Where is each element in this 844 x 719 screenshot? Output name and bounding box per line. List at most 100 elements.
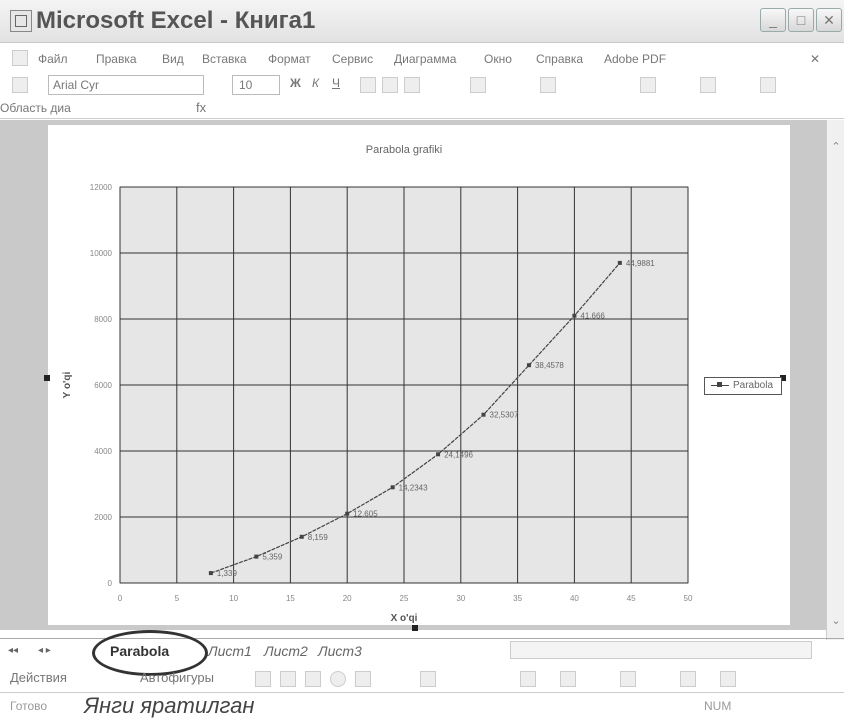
line-color-icon[interactable] [520,671,536,687]
chart-area[interactable]: Parabola grafiki 0 5 10 15 20 25 30 35 40 45 50 0 200… [48,125,790,625]
y-tick-label: 2000 [94,513,112,522]
tab-list2[interactable]: Лист2 [264,641,308,661]
data-point [572,313,577,318]
textbox-tool-icon[interactable] [355,671,371,687]
menu-edit[interactable]: Правка [96,52,137,66]
minimize-button[interactable]: _ [760,8,786,32]
x-tick-label: 15 [286,594,295,603]
x-tick-label: 40 [570,594,579,603]
y-axis-label: Y o'qi [62,371,73,398]
excel-icon [10,10,32,32]
tab-nav-first-icon[interactable]: ◂◂ [8,641,18,661]
oval-tool-icon[interactable] [330,671,346,687]
doc-close-icon[interactable]: ✕ [810,52,820,66]
underline-button[interactable]: Ч [332,76,340,90]
shadow-icon[interactable] [680,671,696,687]
doc-icon [12,50,28,66]
menu-adobe-pdf[interactable]: Adobe PDF [604,52,666,66]
x-tick-label: 5 [175,594,180,603]
chart-handle-left[interactable] [44,375,50,381]
name-box[interactable]: Область диа [0,101,170,117]
y-tick-label: 8000 [94,315,112,324]
menu-file[interactable]: Файл [38,52,68,66]
font-name-select[interactable]: Arial Cyr [48,75,204,95]
data-point [208,571,213,576]
toolbar-options-icon[interactable] [12,77,28,93]
line-tool-icon[interactable] [255,671,271,687]
status-ready: Готово [10,699,48,713]
fill-color-icon[interactable] [700,77,716,93]
formatting-toolbar: Arial Cyr 10 Ж К Ч [0,72,844,98]
menu-insert[interactable]: Вставка [202,52,247,66]
chart-svg: Parabola grafiki 0 5 10 15 20 25 30 35 40 45 50 0 200… [62,144,693,624]
menu-window[interactable]: Окно [484,52,512,66]
data-point [390,485,395,490]
bold-button[interactable]: Ж [290,76,301,90]
arrow-tool-icon[interactable] [280,671,296,687]
x-axis-label: X o'qi [391,613,418,624]
data-point [526,363,531,368]
menu-bar: Файл Правка Вид Вставка Формат Сервис Ди… [0,48,844,70]
menu-help[interactable]: Справка [536,52,583,66]
legend-label: Parabola [733,380,774,391]
menu-view[interactable]: Вид [162,52,184,66]
tab-list3[interactable]: Лист3 [318,641,362,661]
menu-tools[interactable]: Сервис [332,52,373,66]
fx-icon[interactable]: fx [196,100,206,115]
scroll-up-icon[interactable]: ⌃ [829,140,843,154]
y-tick-label: 6000 [94,381,112,390]
scroll-down-icon[interactable]: ⌄ [829,614,843,628]
x-tick-label: 30 [456,594,465,603]
font-color-icon[interactable] [760,77,776,93]
x-tick-label: 0 [118,594,123,603]
percent-icon[interactable] [470,77,486,93]
data-point [617,260,622,265]
picture-tool-icon[interactable] [420,671,436,687]
window-title: Microsoft Excel - Книга1 [36,7,316,34]
legend-marker [717,382,722,387]
font-size-select[interactable]: 10 [232,75,280,95]
x-tick-label: 10 [229,594,238,603]
tab-list1[interactable]: Лист1 [208,641,252,661]
menu-format[interactable]: Формат [268,52,311,66]
horizontal-scrollbar[interactable] [510,641,812,659]
actions-menu[interactable]: Действия [10,670,67,685]
borders-icon[interactable] [640,77,656,93]
caption-text: Янги яратилган [84,693,255,718]
x-tick-label: 45 [627,594,636,603]
chart-handle-bottom[interactable] [412,625,418,631]
status-bar: Готово Янги яратилган NUM [0,692,844,719]
maximize-button[interactable]: □ [788,8,814,32]
data-point [254,554,259,559]
data-point [345,511,350,516]
tab-nav-prev-icon[interactable]: ◂ ▸ [38,641,51,661]
chart-title: Parabola grafiki [366,144,442,156]
data-point [481,412,486,417]
menu-chart[interactable]: Диаграмма [394,52,456,66]
currency-icon[interactable] [540,77,556,93]
data-label: 41,666 [580,312,605,321]
y-tick-label: 12000 [90,183,113,192]
drawing-toolbar: Действия Автофигуры [0,666,844,690]
vertical-scrollbar[interactable]: ⌃ ⌄ [826,120,844,640]
data-label: 38,4578 [535,361,564,370]
chart-legend[interactable]: Parabola [704,377,782,395]
close-button[interactable]: ✕ [816,8,842,32]
align-center-icon[interactable] [382,77,398,93]
x-tick-label: 35 [513,594,522,603]
rectangle-tool-icon[interactable] [305,671,321,687]
x-tick-label: 25 [400,594,409,603]
merge-center-icon[interactable] [404,77,420,93]
num-lock-indicator: NUM [704,699,732,713]
align-left-icon[interactable] [360,77,376,93]
autoshapes-menu[interactable]: Автофигуры [140,670,214,685]
3d-icon[interactable] [720,671,736,687]
font-color-draw-icon[interactable] [560,671,576,687]
formula-bar: Область диа fx [0,100,844,119]
data-point [436,452,441,457]
data-label: 8,159 [308,533,329,542]
line-style-icon[interactable] [620,671,636,687]
data-label: 5,359 [262,553,283,562]
italic-button[interactable]: К [312,76,319,90]
data-label: 32,5307 [490,411,519,420]
